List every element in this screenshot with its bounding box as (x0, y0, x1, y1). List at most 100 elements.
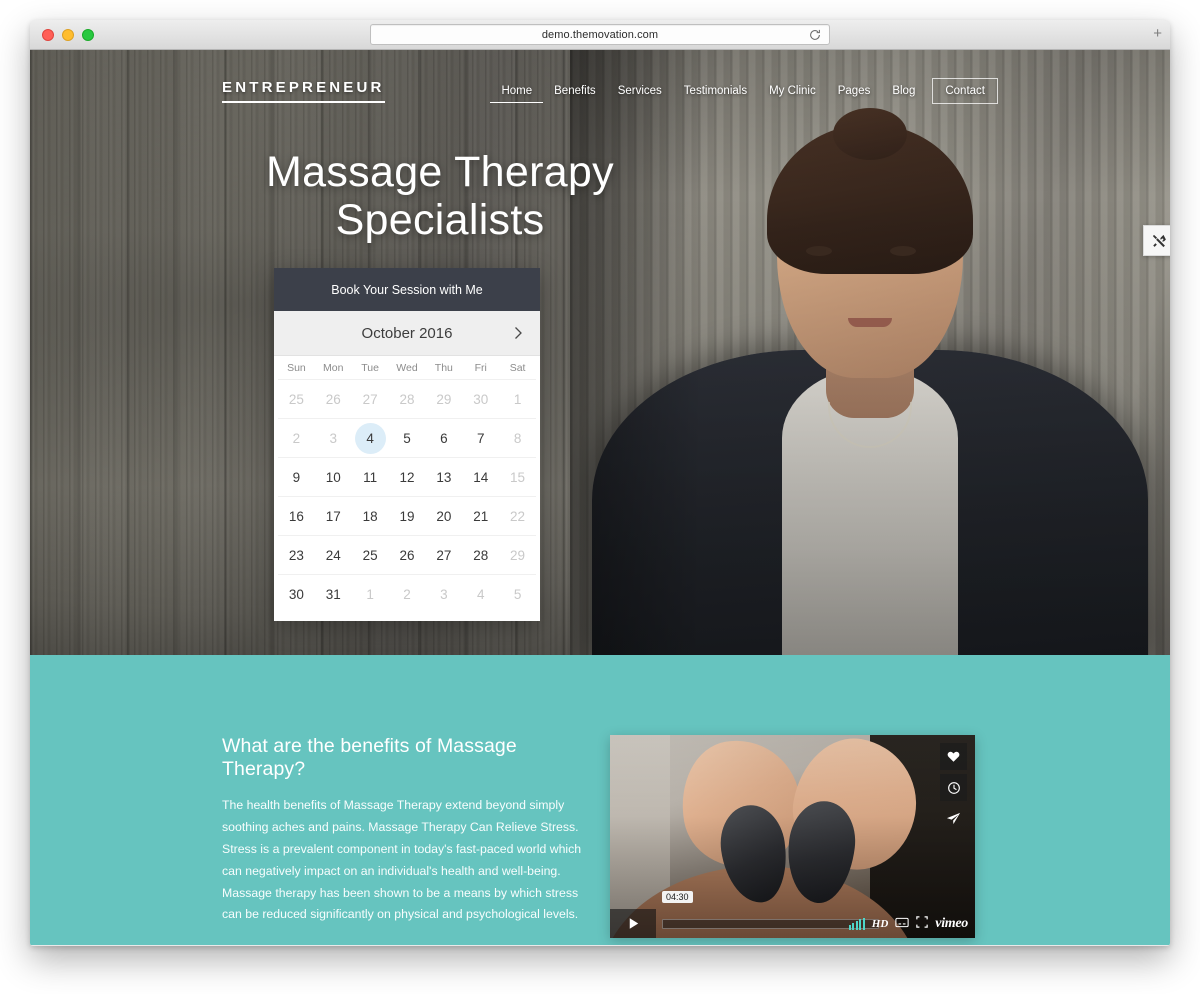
maximize-window-button[interactable] (82, 29, 94, 41)
nav-item-pages[interactable]: Pages (827, 80, 882, 102)
calendar-day-cell[interactable]: 28 (462, 535, 500, 574)
volume-icon[interactable] (848, 917, 865, 930)
calendar-day-number: 13 (436, 469, 452, 485)
calendar-day-cell[interactable]: 18 (351, 496, 389, 535)
booking-calendar[interactable]: Book Your Session with Me October 2016 S… (274, 268, 540, 621)
video-right-controls: HD vimeo (848, 915, 968, 933)
calendar-day-number: 29 (436, 391, 452, 407)
calendar-day-cell[interactable]: 28 (388, 379, 426, 418)
page-viewport: ENTREPRENEUR Home Benefits Services Test… (30, 50, 1170, 945)
calendar-day-cell[interactable]: 21 (462, 496, 500, 535)
hero-title-line-2: Specialists (335, 196, 545, 245)
calendar-day-cell[interactable]: 1 (351, 574, 389, 613)
nav-item-home[interactable]: Home (490, 80, 544, 103)
calendar-day-cell[interactable]: 16 (278, 496, 315, 535)
play-icon[interactable] (610, 909, 656, 938)
hero-title-line-1: Massage Therapy (266, 148, 614, 196)
nav-item-services[interactable]: Services (607, 80, 673, 102)
calendar-day-cell[interactable]: 25 (351, 535, 389, 574)
clock-icon[interactable] (940, 774, 967, 801)
hd-badge[interactable]: HD (872, 918, 889, 930)
new-tab-button[interactable]: + (1153, 26, 1162, 41)
calendar-day-cell[interactable]: 3 (314, 418, 352, 457)
calendar-dayname-mon: Mon (323, 362, 344, 374)
nav-item-my-clinic[interactable]: My Clinic (758, 80, 827, 102)
calendar-day-cell[interactable]: 29 (425, 379, 463, 418)
calendar-day-number: 5 (513, 586, 522, 602)
nav-item-benefits[interactable]: Benefits (543, 80, 607, 102)
calendar-day-cell[interactable]: 5 (499, 574, 536, 613)
address-bar[interactable]: demo.themovation.com (370, 24, 830, 45)
calendar-day-cell[interactable]: 10 (314, 457, 352, 496)
calendar-day-number: 16 (288, 508, 304, 524)
calendar-day-cell[interactable]: 1 (499, 379, 536, 418)
calendar-day-number: 26 (325, 391, 341, 407)
calendar-day-names: Sun Mon Tue Wed Thu Fri Sat (274, 356, 540, 379)
tools-icon[interactable] (1143, 225, 1170, 256)
address-bar-url: demo.themovation.com (541, 28, 659, 41)
browser-window: demo.themovation.com + ENTREPRENEUR Home… (30, 20, 1170, 946)
calendar-day-number: 15 (510, 469, 526, 485)
chevron-right-icon[interactable] (510, 325, 526, 341)
window-controls (42, 29, 94, 41)
calendar-day-cell[interactable]: 3 (425, 574, 463, 613)
calendar-day-cell[interactable]: 30 (278, 574, 315, 613)
calendar-day-cell[interactable]: 26 (388, 535, 426, 574)
calendar-day-cell[interactable]: 27 (425, 535, 463, 574)
calendar-day-cell[interactable]: 20 (425, 496, 463, 535)
calendar-day-number: 22 (510, 508, 526, 524)
calendar-day-cell[interactable]: 12 (388, 457, 426, 496)
nav-item-contact[interactable]: Contact (932, 78, 998, 104)
benefits-text-block: What are the benefits of Massage Therapy… (222, 735, 590, 926)
paper-plane-icon[interactable] (940, 805, 967, 832)
calendar-day-cell[interactable]: 13 (425, 457, 463, 496)
calendar-day-cell[interactable]: 25 (278, 379, 315, 418)
calendar-day-cell[interactable]: 29 (499, 535, 536, 574)
fullscreen-icon[interactable] (916, 915, 929, 933)
minimize-window-button[interactable] (62, 29, 74, 41)
calendar-day-cell[interactable]: 9 (278, 457, 315, 496)
video-time-tooltip: 04:30 (662, 891, 693, 903)
calendar-day-cell[interactable]: 2 (388, 574, 426, 613)
calendar-day-cell[interactable]: 4 (351, 418, 389, 457)
calendar-day-cell[interactable]: 24 (314, 535, 352, 574)
reload-icon[interactable] (808, 28, 822, 42)
vimeo-logo[interactable]: vimeo (935, 916, 968, 932)
calendar-day-cell[interactable]: 11 (351, 457, 389, 496)
calendar-dayname-thu: Thu (434, 362, 453, 374)
calendar-day-number: 21 (473, 508, 489, 524)
calendar-day-cell[interactable]: 5 (388, 418, 426, 457)
calendar-day-cell[interactable]: 4 (462, 574, 500, 613)
calendar-day-cell[interactable]: 2 (278, 418, 315, 457)
calendar-day-cell[interactable]: 19 (388, 496, 426, 535)
heart-icon[interactable] (940, 743, 967, 770)
captions-icon[interactable] (895, 915, 909, 933)
calendar-day-cell[interactable]: 22 (499, 496, 536, 535)
calendar-month-bar: October 2016 (274, 311, 540, 356)
close-window-button[interactable] (42, 29, 54, 41)
calendar-day-cell[interactable]: 15 (499, 457, 536, 496)
nav-item-testimonials[interactable]: Testimonials (673, 80, 758, 102)
calendar-day-cell[interactable]: 27 (351, 379, 389, 418)
calendar-day-number: 23 (288, 547, 304, 563)
calendar-month-label: October 2016 (361, 324, 453, 342)
video-progress-bar[interactable] (662, 918, 879, 929)
calendar-day-cell[interactable]: 8 (499, 418, 536, 457)
benefits-section: What are the benefits of Massage Therapy… (30, 655, 1170, 945)
calendar-day-cell[interactable]: 31 (314, 574, 352, 613)
video-player[interactable]: 04:30 HD vimeo (610, 735, 975, 938)
site-logo[interactable]: ENTREPRENEUR (222, 79, 385, 103)
calendar-day-cell[interactable]: 17 (314, 496, 352, 535)
calendar-day-cell[interactable]: 30 (462, 379, 500, 418)
calendar-dayname-tue: Tue (361, 362, 379, 374)
nav-item-blog[interactable]: Blog (881, 80, 926, 102)
calendar-day-cell[interactable]: 6 (425, 418, 463, 457)
calendar-day-cell[interactable]: 14 (462, 457, 500, 496)
calendar-day-cell[interactable]: 7 (462, 418, 500, 457)
calendar-day-number: 9 (292, 469, 301, 485)
video-progress-area[interactable]: 04:30 HD vimeo (656, 891, 975, 938)
calendar-day-number: 3 (440, 586, 448, 602)
calendar-day-cell[interactable]: 23 (278, 535, 315, 574)
calendar-day-cell[interactable]: 26 (314, 379, 352, 418)
calendar-dayname-fri: Fri (474, 362, 487, 374)
